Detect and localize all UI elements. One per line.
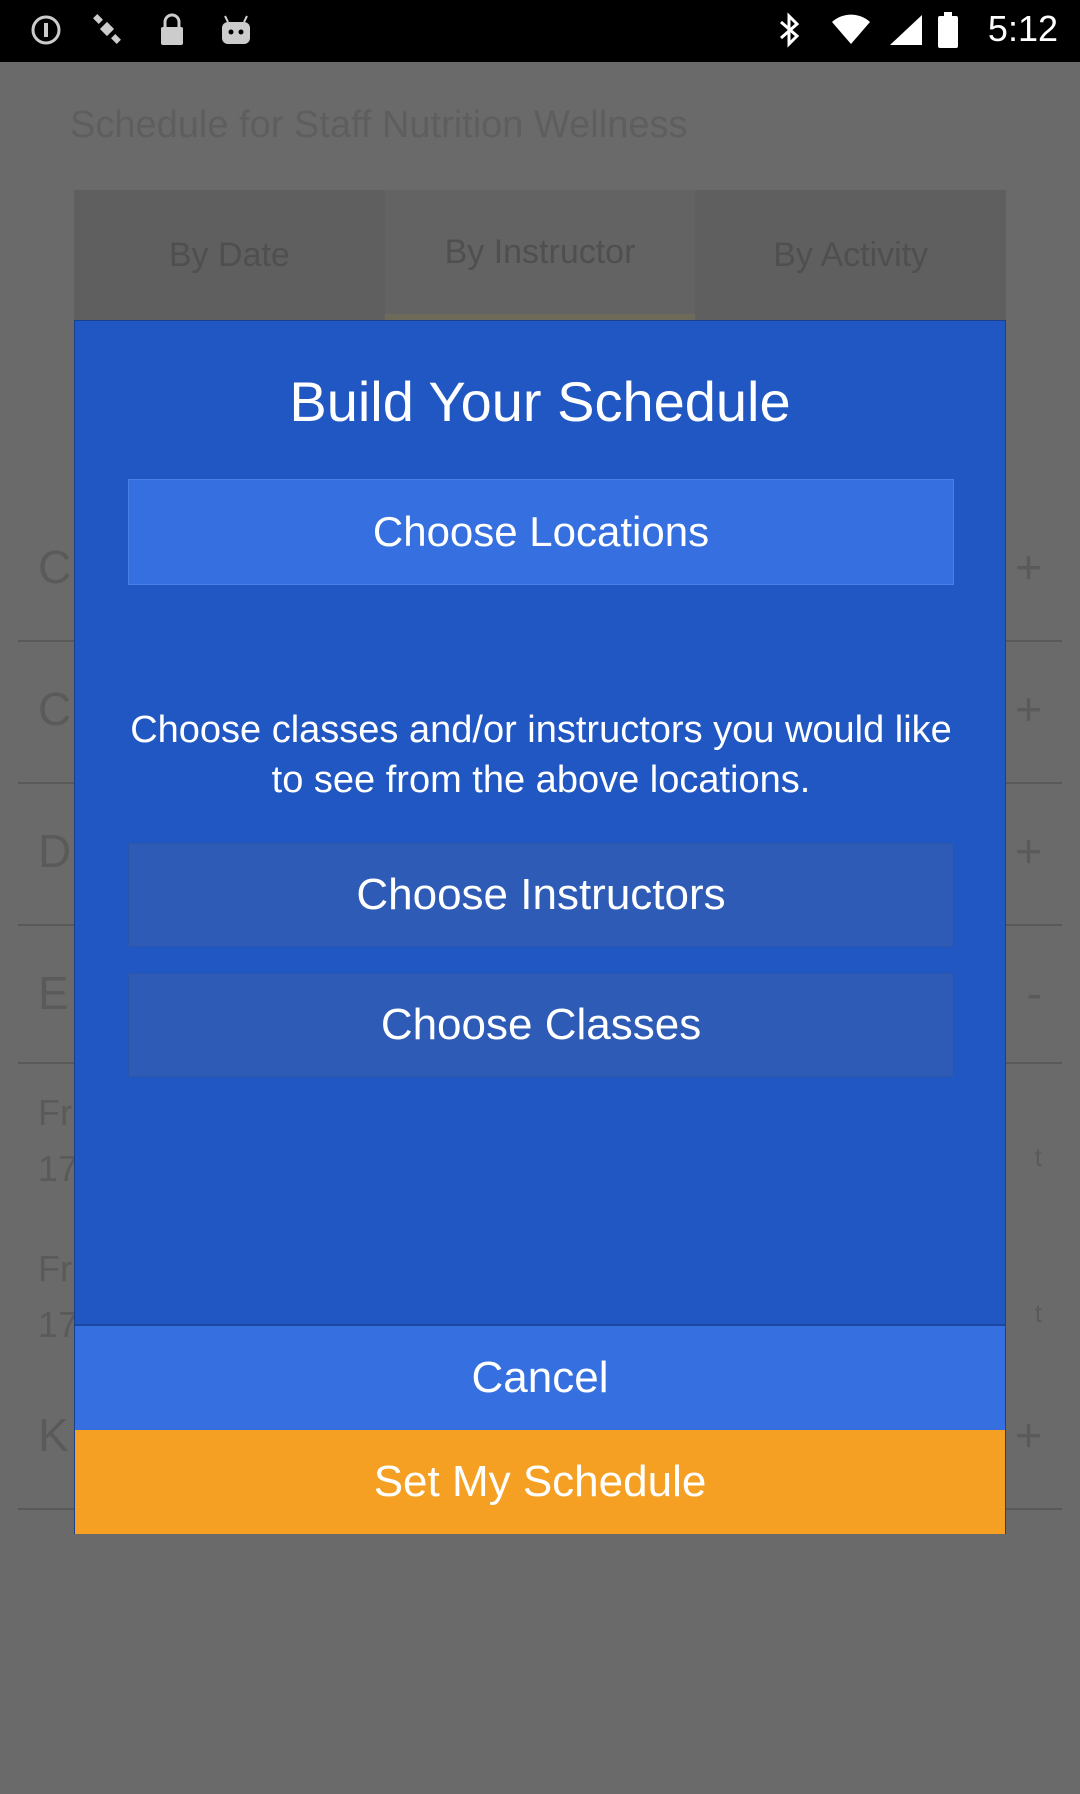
expand-icon: +	[1015, 541, 1042, 593]
list-item-sub: 17	[38, 1304, 79, 1345]
list-item-letter: D	[38, 825, 72, 877]
background-tabs: By Date By Instructor By Activity	[74, 190, 1006, 320]
build-schedule-dialog: Build Your Schedule Choose Locations Cho…	[74, 320, 1006, 1534]
bluetooth-icon	[772, 12, 808, 48]
tab-by-activity: By Activity	[773, 235, 929, 274]
background-header: Schedule for Staff Nutrition Wellness	[70, 104, 688, 146]
set-my-schedule-button[interactable]: Set My Schedule	[75, 1430, 1005, 1534]
cancel-button[interactable]: Cancel	[75, 1324, 1005, 1430]
dialog-title: Build Your Schedule	[289, 370, 791, 433]
choose-locations-button[interactable]: Choose Locations	[128, 479, 954, 585]
list-item-letter: C	[38, 683, 72, 735]
list-item-action: t	[1034, 1142, 1042, 1172]
list-item-letter: C	[38, 541, 72, 593]
list-item-sub: 17	[38, 1148, 79, 1189]
satellite-icon	[90, 12, 126, 48]
list-item-letter: E	[38, 967, 69, 1019]
expand-icon: +	[1015, 825, 1042, 877]
android-icon	[218, 12, 254, 48]
choose-instructors-button[interactable]: Choose Instructors	[128, 843, 954, 947]
battery-icon	[936, 12, 960, 48]
list-item-action: t	[1034, 1298, 1042, 1328]
lock-icon	[154, 12, 190, 48]
status-bar: 5:12	[0, 0, 1080, 62]
status-time: 5:12	[987, 8, 1058, 49]
collapse-icon: -	[1026, 967, 1042, 1019]
expand-icon: +	[1015, 1409, 1042, 1461]
list-item-letter: K	[38, 1409, 69, 1461]
list-item-letter: Fr	[38, 1248, 72, 1289]
list-item-letter: Fr	[38, 1092, 72, 1133]
wifi-icon	[828, 12, 874, 48]
expand-icon: +	[1015, 683, 1042, 735]
tab-by-date: By Date	[168, 235, 290, 274]
signal-icon	[886, 12, 926, 48]
info-icon	[28, 12, 64, 48]
dialog-info-text: Choose classes and/or instructors you wo…	[130, 709, 952, 801]
tab-by-instructor: By Instructor	[384, 190, 696, 320]
choose-classes-button[interactable]: Choose Classes	[128, 973, 954, 1077]
